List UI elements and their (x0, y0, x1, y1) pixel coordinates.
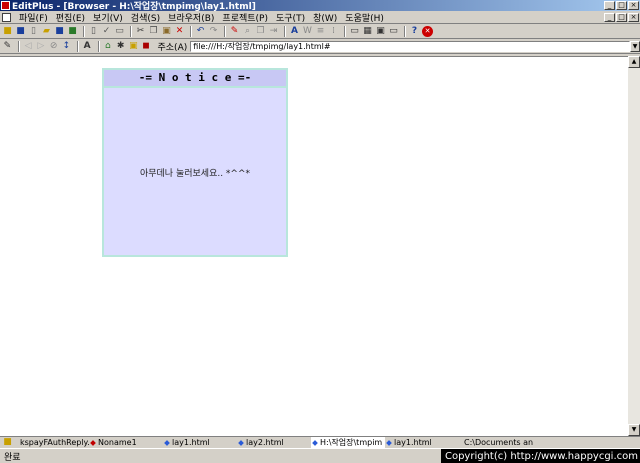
vertical-scrollbar[interactable]: ▲ ▼ (628, 56, 640, 436)
scroll-down-button[interactable]: ▼ (628, 424, 640, 436)
word-wrap-icon[interactable]: ⇥ (268, 26, 279, 37)
file-type-icon (15, 441, 19, 444)
cut-icon[interactable]: ✂ (135, 26, 146, 37)
file-type-icon (90, 439, 96, 446)
favorites-icon[interactable]: ▣ (128, 41, 139, 52)
document-tab-label: lay2.html (246, 438, 284, 447)
history-icon[interactable]: ◼ (141, 41, 152, 52)
window-icon[interactable]: ▭ (349, 26, 360, 37)
document-tab-bar: ■ kspayFAuthReply.p Noname1 lay1.html lay2.… (0, 436, 640, 448)
scroll-up-button[interactable]: ▲ (628, 56, 640, 68)
browser-toolbar: ✎ ◁ ▷ ⊘ ↕ A ⌂ ✱ ▣ ◼ 주소(A) file:///H:/작업장… (0, 40, 640, 54)
menu-edit[interactable]: 편집(E) (52, 11, 89, 24)
refresh-icon[interactable]: ↕ (61, 41, 72, 52)
address-input[interactable]: file:///H:/작업장/tmpimg/lay1.html# (190, 41, 631, 52)
copyright-banner: Copyright(c) http://www.happycgi.com (440, 449, 640, 463)
address-dropdown-button[interactable]: ▼ (630, 41, 640, 52)
document-tab-label: C:\Documents an (464, 438, 533, 447)
main-toolbar: ■ ■ ▯ ▰ ■ ■ ▯ ✓ ▭ ✂ ❐ ▣ ✕ ↶ ↷ ✎ ⌕ ❐ ⇥ A … (0, 25, 640, 39)
folder-icon[interactable]: ■ (2, 437, 13, 448)
document-tab-label: H:\작업장\tmpim (320, 438, 383, 447)
address-label: 주소(A) (157, 43, 188, 53)
doc-restore-button[interactable]: □ (616, 12, 627, 22)
pencil-icon[interactable]: ✎ (2, 41, 13, 52)
close-button[interactable]: × (628, 1, 639, 10)
print-preview-icon[interactable]: ▯ (88, 26, 99, 37)
file-type-icon (238, 439, 244, 446)
back-icon[interactable]: ◁ (23, 41, 34, 52)
title-bar: EditPlus - [Browser - H:\작업장\tmpimg\lay1… (0, 0, 640, 12)
redo-icon[interactable]: ↷ (208, 26, 219, 37)
save-icon[interactable]: ■ (15, 26, 26, 37)
document-tab[interactable]: H:\작업장\tmpim (311, 437, 385, 448)
help-icon[interactable]: ? (409, 26, 420, 37)
menu-file[interactable]: 파일(F) (15, 11, 52, 24)
menu-help[interactable]: 도움말(H) (341, 11, 388, 24)
editplus-app-icon (1, 1, 10, 10)
delete-icon[interactable]: ✕ (174, 26, 185, 37)
doc-minimize-button[interactable]: _ (604, 12, 615, 22)
document-icon[interactable] (2, 12, 11, 22)
font-icon[interactable]: A (289, 26, 300, 37)
spellcheck-icon[interactable]: ✓ (101, 26, 112, 37)
save-all-icon[interactable]: ■ (54, 26, 65, 37)
menu-bar: 파일(F) 편집(E) 보기(V) 검색(S) 브라우저(B) 프로젝트(P) … (0, 11, 640, 24)
document-tab-label: lay1.html (394, 438, 432, 447)
document-tab[interactable]: C:\Documents an (459, 437, 533, 448)
minimize-button[interactable]: _ (604, 1, 615, 10)
document-tab-label: lay1.html (172, 438, 210, 447)
menu-browser[interactable]: 브라우저(B) (164, 11, 218, 24)
cascade-icon[interactable]: ▭ (388, 26, 399, 37)
document-tab[interactable]: lay2.html (237, 437, 311, 448)
goto-icon[interactable]: ❐ (255, 26, 266, 37)
document-tab[interactable]: Noname1 (89, 437, 163, 448)
status-bar: 완료 Copyright(c) http://www.happycgi.com (0, 448, 640, 463)
notice-message: 아무데나 눌러보세요.. *^^* (139, 169, 251, 179)
file-type-icon (164, 439, 170, 446)
paste-icon[interactable]: ▣ (161, 26, 172, 37)
home-icon[interactable]: ⌂ (103, 41, 114, 52)
notice-box[interactable]: -= N o t i c e =- 아무데나 눌러보세요.. *^^* (102, 68, 288, 257)
document-tab[interactable]: lay1.html (385, 437, 459, 448)
column-icon[interactable]: ⁞ (328, 26, 339, 37)
settings-icon[interactable]: ✱ (115, 41, 126, 52)
document-tab[interactable]: lay1.html (163, 437, 237, 448)
replace-icon[interactable]: ⌕ (242, 26, 253, 37)
doc-close-button[interactable]: × (628, 12, 639, 22)
file-type-icon (459, 441, 463, 444)
font-size-icon[interactable]: A (82, 41, 93, 52)
file-type-icon (312, 439, 318, 446)
document-tab-label: kspayFAuthReply.p (20, 438, 89, 447)
browser-icon[interactable]: ▣ (375, 26, 386, 37)
menu-window[interactable]: 창(W) (309, 11, 341, 24)
ruler-icon[interactable]: W (302, 26, 313, 37)
page-icon[interactable]: ▭ (114, 26, 125, 37)
line-number-icon[interactable]: ≡ (315, 26, 326, 37)
status-text: 완료 (4, 452, 21, 463)
open-icon[interactable]: ▰ (41, 26, 52, 37)
open-folder-icon[interactable]: ■ (2, 26, 13, 37)
print-icon[interactable]: ■ (67, 26, 78, 37)
menu-search[interactable]: 검색(S) (127, 11, 164, 24)
maximize-button[interactable]: □ (616, 1, 627, 10)
forward-icon[interactable]: ▷ (36, 41, 47, 52)
document-tab-label: Noname1 (98, 438, 137, 447)
undo-icon[interactable]: ↶ (195, 26, 206, 37)
browser-view[interactable]: -= N o t i c e =- 아무데나 눌러보세요.. *^^* (0, 56, 628, 436)
notice-header: -= N o t i c e =- (104, 70, 286, 88)
file-type-icon (386, 439, 392, 446)
find-icon[interactable]: ✎ (229, 26, 240, 37)
stop-page-icon[interactable]: ⊘ (48, 41, 59, 52)
stop-icon[interactable]: ✕ (422, 26, 433, 37)
menu-view[interactable]: 보기(V) (89, 11, 127, 24)
menu-project[interactable]: 프로젝트(P) (218, 11, 272, 24)
copy-icon[interactable]: ❐ (148, 26, 159, 37)
document-tab[interactable]: kspayFAuthReply.p (15, 437, 89, 448)
menu-tools[interactable]: 도구(T) (272, 11, 309, 24)
tile-icon[interactable]: ▦ (362, 26, 373, 37)
new-file-icon[interactable]: ▯ (28, 26, 39, 37)
